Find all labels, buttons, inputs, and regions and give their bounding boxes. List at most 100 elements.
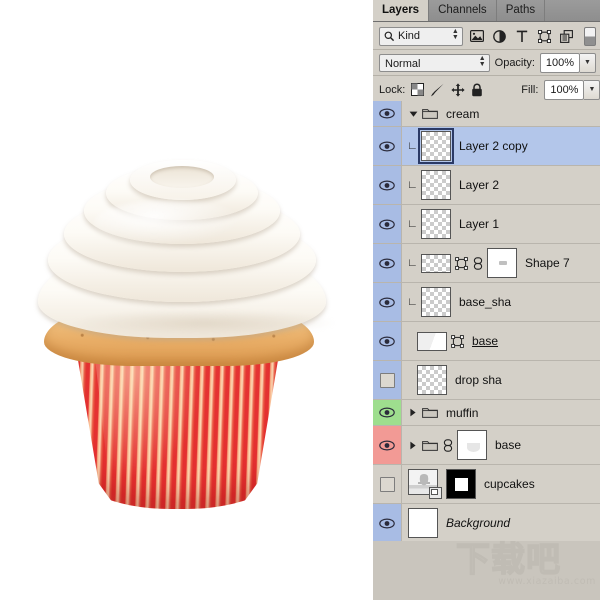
- visibility-toggle-layer-1[interactable]: [373, 205, 402, 243]
- layer-thumbnail[interactable]: [421, 170, 451, 200]
- blend-mode-dropdown[interactable]: Normal ▲ ▼: [379, 53, 490, 72]
- layer-name-layer-1[interactable]: Layer 1: [455, 217, 499, 231]
- adjustment-filter-icon[interactable]: [490, 27, 508, 45]
- tab-paths[interactable]: Paths: [496, 0, 546, 21]
- vector-mask-icon[interactable]: [455, 256, 468, 270]
- layer-thumbnail[interactable]: [417, 331, 447, 351]
- filter-toggle-switch[interactable]: [583, 26, 596, 46]
- visibility-toggle-base-group[interactable]: [373, 426, 402, 464]
- smart-object-filter-icon[interactable]: [558, 27, 576, 45]
- folder-icon: [422, 406, 438, 419]
- visibility-toggle-background[interactable]: [373, 504, 402, 542]
- layer-row-cream[interactable]: cream: [373, 101, 600, 127]
- lock-position-icon[interactable]: [451, 81, 465, 98]
- layer-name-base-shape[interactable]: base: [468, 334, 498, 348]
- layer-row-muffin[interactable]: muffin: [373, 400, 600, 426]
- opacity-dropdown-arrow[interactable]: ▼: [580, 52, 596, 73]
- layer-body-base-group[interactable]: base: [402, 426, 600, 464]
- layer-vector-thumbnail[interactable]: [487, 248, 517, 278]
- layer-body-drop-sha[interactable]: drop sha: [402, 361, 600, 399]
- layer-thumbnail[interactable]: [421, 209, 451, 239]
- tab-channels[interactable]: Channels: [429, 0, 497, 21]
- eye-off-icon: [379, 372, 395, 388]
- layer-row-drop-sha[interactable]: drop sha: [373, 361, 600, 400]
- pixel-filter-icon[interactable]: [468, 27, 486, 45]
- layer-name-layer-2[interactable]: Layer 2: [455, 178, 499, 192]
- layer-name-background[interactable]: Background: [442, 516, 510, 530]
- layer-thumbnail[interactable]: [421, 287, 451, 317]
- lock-row: Lock: Fill: 100% ▼: [373, 76, 600, 104]
- layer-row-layer-1[interactable]: ∟ Layer 1: [373, 205, 600, 244]
- layer-thumbnail[interactable]: [417, 365, 447, 395]
- lock-label: Lock:: [379, 83, 406, 96]
- layer-name-cupcakes[interactable]: cupcakes: [480, 477, 535, 491]
- eye-icon: [379, 108, 395, 119]
- layer-body-background[interactable]: Background: [402, 504, 600, 542]
- opacity-input[interactable]: 100%: [540, 52, 580, 73]
- layer-row-layer-2[interactable]: ∟ Layer 2: [373, 166, 600, 205]
- layer-row-background[interactable]: Background: [373, 504, 600, 543]
- visibility-toggle-shape-7[interactable]: [373, 244, 402, 282]
- link-icon[interactable]: [472, 256, 483, 270]
- fill-input[interactable]: 100%: [544, 79, 585, 100]
- layer-thumbnail[interactable]: [421, 253, 451, 273]
- layer-name-base-sha[interactable]: base_sha: [455, 295, 511, 309]
- layer-body-cream[interactable]: cream: [402, 101, 600, 126]
- layer-thumbnail[interactable]: [408, 508, 438, 538]
- layer-body-base-sha[interactable]: ∟ base_sha: [402, 283, 600, 321]
- layer-mask-thumbnail[interactable]: [446, 469, 476, 499]
- chevron-right-icon[interactable]: [408, 441, 418, 450]
- layer-name-muffin[interactable]: muffin: [442, 406, 478, 420]
- layer-thumbnail[interactable]: [418, 128, 454, 164]
- filter-kind-dropdown[interactable]: Kind ▲ ▼: [379, 26, 463, 46]
- document-canvas[interactable]: [0, 0, 373, 600]
- layer-name-layer-2-copy[interactable]: Layer 2 copy: [455, 139, 528, 153]
- layer-body-base-shape[interactable]: base: [402, 322, 600, 360]
- visibility-toggle-cream[interactable]: [373, 101, 402, 126]
- opacity-control[interactable]: 100% ▼: [540, 52, 596, 73]
- lock-all-icon[interactable]: [471, 81, 483, 98]
- layer-row-base-group[interactable]: base: [373, 426, 600, 465]
- link-icon[interactable]: [442, 438, 453, 452]
- filter-kind-stepper[interactable]: ▲ ▼: [452, 28, 459, 41]
- blend-mode-stepper[interactable]: ▲ ▼: [479, 55, 486, 68]
- tab-layers[interactable]: Layers: [373, 0, 430, 21]
- type-filter-icon[interactable]: [513, 27, 531, 45]
- layer-name-cream[interactable]: cream: [442, 107, 479, 121]
- layer-row-base-shape[interactable]: base: [373, 322, 600, 361]
- visibility-toggle-layer-2[interactable]: [373, 166, 402, 204]
- layer-body-layer-1[interactable]: ∟ Layer 1: [402, 205, 600, 243]
- fill-dropdown-arrow[interactable]: ▼: [584, 79, 600, 100]
- visibility-toggle-drop-sha[interactable]: [373, 361, 402, 399]
- layer-name-drop-sha[interactable]: drop sha: [451, 373, 502, 387]
- visibility-toggle-layer-2-copy[interactable]: [373, 127, 402, 165]
- layer-body-shape-7[interactable]: ∟ Shape 7: [402, 244, 600, 282]
- chevron-down-icon[interactable]: [408, 110, 418, 118]
- layer-row-layer-2-copy[interactable]: ∟ Layer 2 copy: [373, 127, 600, 166]
- layer-row-cupcakes[interactable]: cupcakes: [373, 465, 600, 504]
- fill-control[interactable]: 100% ▼: [544, 79, 600, 100]
- layer-row-base-sha[interactable]: ∟ base_sha: [373, 283, 600, 322]
- visibility-toggle-muffin[interactable]: [373, 400, 402, 425]
- visibility-toggle-base-shape[interactable]: [373, 322, 402, 360]
- layer-name-shape-7[interactable]: Shape 7: [521, 256, 570, 270]
- visibility-toggle-base-sha[interactable]: [373, 283, 402, 321]
- shape-filter-icon[interactable]: [536, 27, 554, 45]
- eye-icon: [379, 296, 395, 308]
- photoshop-layers-screenshot: Layers Channels Paths Kind ▲ ▼ Normal ▲ …: [0, 0, 600, 600]
- layer-row-shape-7[interactable]: ∟ Shape 7: [373, 244, 600, 283]
- smart-object-thumbnail[interactable]: [408, 469, 442, 499]
- group-mask-thumbnail[interactable]: [457, 430, 487, 460]
- vector-mask-icon[interactable]: [451, 334, 464, 348]
- lock-image-pixels-icon[interactable]: [430, 81, 445, 98]
- visibility-toggle-cupcakes[interactable]: [373, 465, 402, 503]
- layer-body-muffin[interactable]: muffin: [402, 400, 600, 425]
- magnifier-icon: [384, 31, 395, 42]
- layer-body-layer-2-copy[interactable]: ∟ Layer 2 copy: [402, 127, 600, 165]
- layer-name-base-group[interactable]: base: [491, 438, 521, 452]
- opacity-label: Opacity:: [494, 56, 535, 69]
- layer-body-layer-2[interactable]: ∟ Layer 2: [402, 166, 600, 204]
- chevron-right-icon[interactable]: [408, 408, 418, 417]
- layer-body-cupcakes[interactable]: cupcakes: [402, 465, 600, 503]
- lock-transparent-pixels-icon[interactable]: [411, 81, 425, 98]
